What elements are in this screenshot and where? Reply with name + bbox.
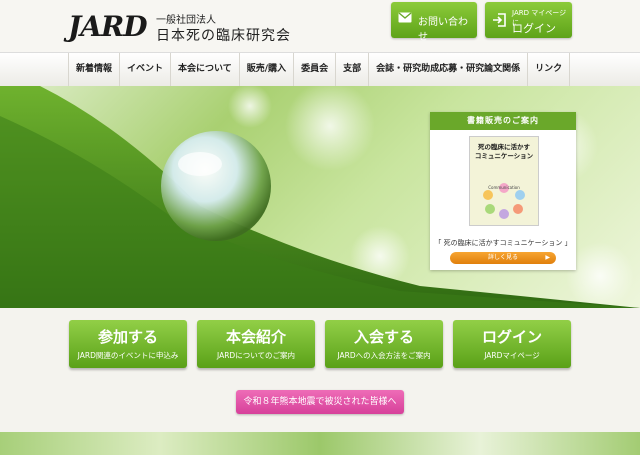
login-button-label: ログイン [512, 22, 556, 35]
feature-buttons: 参加する JARD関連のイベントに申込み 本会紹介 JARDについてのご案内 入… [69, 320, 572, 368]
contact-button[interactable]: お問い合わせ [391, 2, 477, 43]
feature-title: 参加する [97, 328, 158, 346]
nav-item-committee[interactable]: 委員会 [293, 53, 335, 86]
book-caption: 「 死の臨床に活かすコミュニケーション 」 [434, 239, 572, 247]
nav-list: 新着情報 イベント 本会について 販売/購入 委員会 支部 会誌・研究助成応募・… [68, 53, 571, 86]
book-cover-subtitle: Communication [488, 185, 520, 190]
book-sales-card[interactable]: 書籍販売のご案内 死の臨床に活かす コミュニケーション Communicatio… [430, 112, 576, 270]
nav-item-links[interactable]: リンク [527, 53, 571, 86]
envelope-icon [398, 12, 412, 23]
nav-item-journal-research[interactable]: 会誌・研究助成応募・研究論文関係 [368, 53, 527, 86]
participate-button[interactable]: 参加する JARD関連のイベントに申込み [69, 320, 187, 368]
login-feature-button[interactable]: ログイン JARDマイページ [453, 320, 571, 368]
nav-item-branches[interactable]: 支部 [335, 53, 368, 86]
join-button[interactable]: 入会する JARDへの入会方法をご案内 [325, 320, 443, 368]
arrow-right-icon: ▶ [545, 254, 550, 261]
nav-item-about[interactable]: 本会について [170, 53, 239, 86]
feature-title: 入会する [353, 328, 414, 346]
footer-foliage-strip [0, 432, 640, 455]
feature-subtitle: JARD関連のイベントに申込み [77, 351, 179, 360]
feature-subtitle: JARDについてのご案内 [217, 351, 295, 360]
book-card-heading: 書籍販売のご案内 [430, 112, 576, 130]
book-cover-image[interactable]: 死の臨床に活かす コミュニケーション Communication [469, 136, 539, 226]
earthquake-notice-button[interactable]: 令和８年熊本地震で被災された皆様へ [236, 390, 404, 414]
global-navigation: 新着情報 イベント 本会について 販売/購入 委員会 支部 会誌・研究助成応募・… [0, 52, 640, 87]
logo-mark: JARD [68, 10, 148, 43]
book-cover-title: 死の臨床に活かす コミュニケーション [474, 143, 534, 160]
nav-item-events[interactable]: イベント [119, 53, 170, 86]
login-icon [493, 13, 506, 27]
book-details-button[interactable]: 詳しく見る ▶ [450, 252, 556, 264]
logo-organization-name: 日本死の臨床研究会 [156, 28, 291, 44]
feature-subtitle: JARDマイページ [484, 351, 540, 360]
feature-title: ログイン [481, 328, 542, 346]
book-details-label: 詳しく見る [487, 254, 518, 261]
logo-subtitle: 一般社団法人 [156, 15, 216, 26]
mypage-login-button[interactable]: JARD マイページに ログイン [485, 2, 572, 38]
about-button[interactable]: 本会紹介 JARDについてのご案内 [197, 320, 315, 368]
nav-item-news[interactable]: 新着情報 [68, 53, 119, 86]
feature-title: 本会紹介 [225, 328, 286, 346]
nav-item-sales[interactable]: 販売/購入 [238, 53, 293, 86]
site-logo[interactable]: JARD 一般社団法人 日本死の臨床研究会 [68, 8, 293, 48]
feature-subtitle: JARDへの入会方法をご案内 [337, 351, 431, 360]
site-header: JARD 一般社団法人 日本死の臨床研究会 お問い合わせ JARD マイページに… [0, 0, 640, 52]
contact-button-label: お問い合わせ [418, 17, 468, 43]
